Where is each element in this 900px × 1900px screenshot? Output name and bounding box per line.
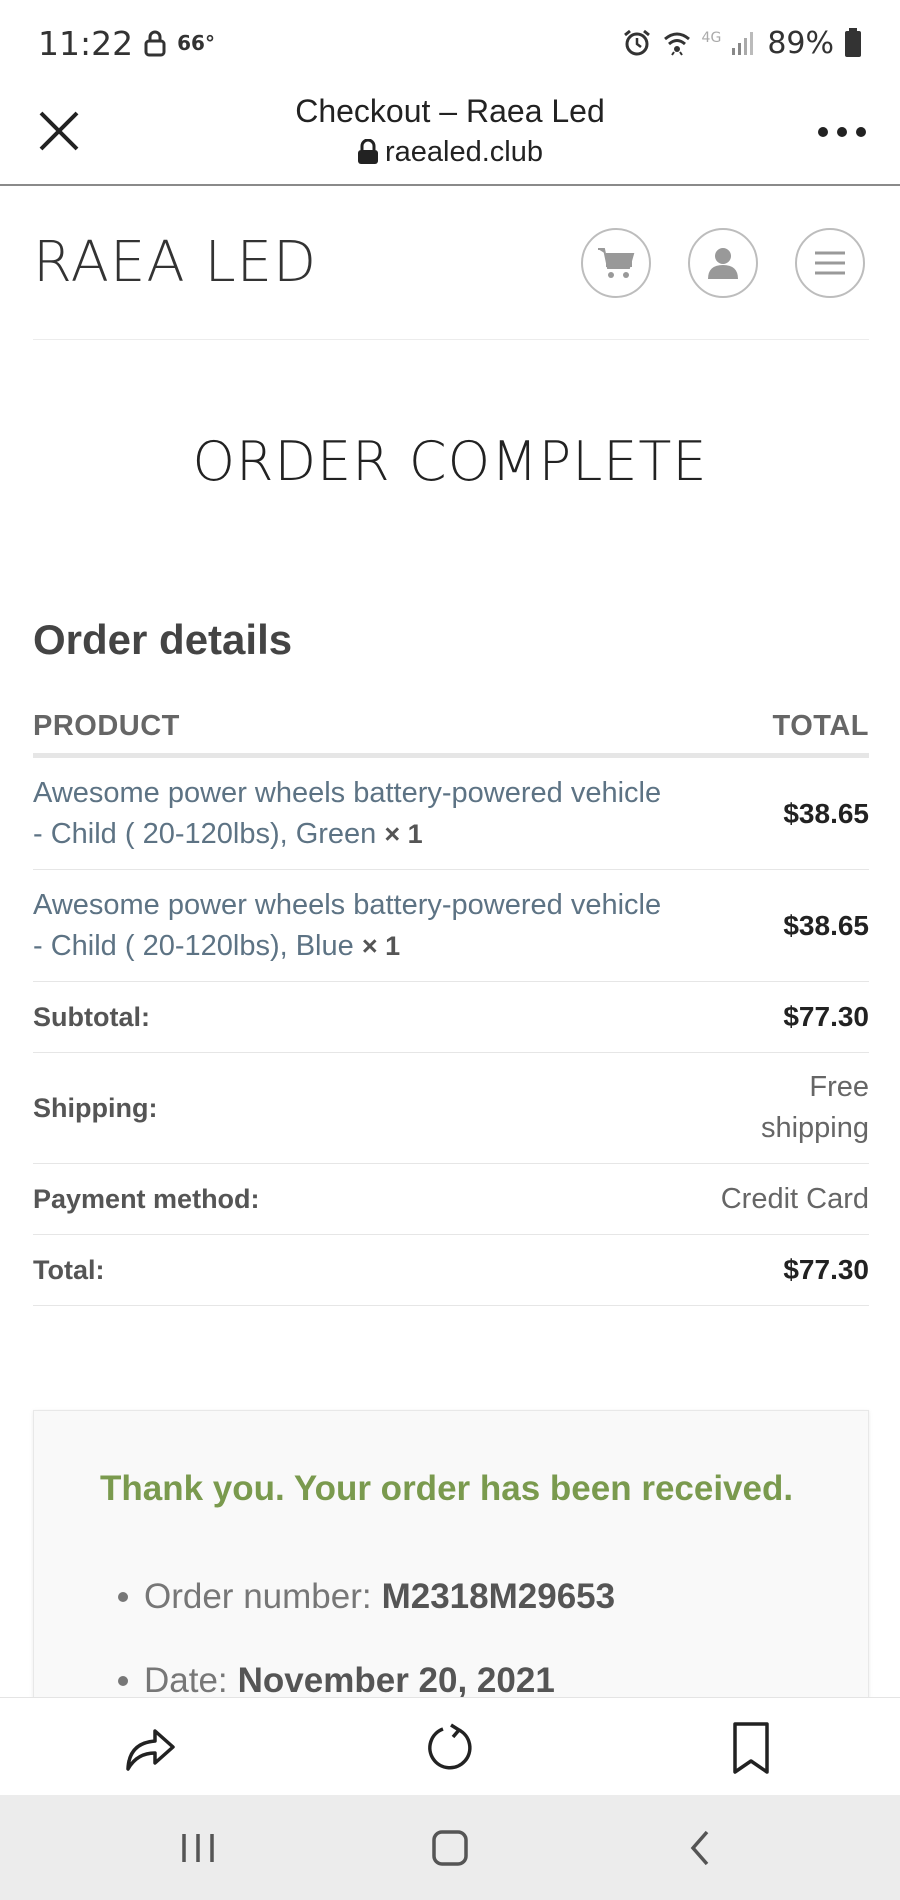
- signal-icon: [731, 30, 757, 56]
- recent-apps-button[interactable]: [173, 1825, 223, 1871]
- hamburger-icon: [815, 251, 845, 275]
- home-icon: [432, 1830, 468, 1866]
- battery-icon: [844, 28, 862, 58]
- thank-you-message: Thank you. Your order has been received.: [100, 1469, 794, 1508]
- url-display: raealed.club: [357, 132, 543, 172]
- payment-method-row: Payment method: Credit Card: [33, 1164, 869, 1235]
- system-navigation-bar: [0, 1795, 900, 1900]
- product-column-header: PRODUCT: [33, 710, 180, 742]
- url-text: raealed.club: [385, 136, 543, 168]
- product-total: $38.65: [783, 909, 869, 941]
- order-received-notice: Thank you. Your order has been received.…: [33, 1410, 869, 1700]
- product-link[interactable]: Awesome power wheels battery-powered veh…: [33, 777, 661, 850]
- more-dot-icon: [856, 127, 866, 137]
- product-total: $38.65: [783, 797, 869, 829]
- total-value: $77.30: [783, 1254, 869, 1285]
- battery-percent: 89%: [767, 25, 834, 61]
- secure-lock-icon: [358, 139, 378, 164]
- share-button[interactable]: [122, 1720, 178, 1776]
- payment-method-value: Credit Card: [720, 1182, 869, 1215]
- total-label: Total:: [33, 1254, 105, 1285]
- alarm-icon: [622, 28, 652, 58]
- total-column-header: TOTAL: [772, 710, 869, 742]
- order-details-table: PRODUCT TOTAL Awesome power wheels batte…: [33, 700, 869, 1306]
- back-button[interactable]: [676, 1825, 726, 1871]
- reload-icon: [428, 1723, 472, 1770]
- back-icon: [690, 1830, 709, 1866]
- wifi-icon: [662, 28, 692, 58]
- bookmark-button[interactable]: [723, 1720, 779, 1776]
- product-cell: Awesome power wheels battery-powered veh…: [33, 773, 673, 855]
- status-right: 4G 89%: [622, 26, 862, 61]
- home-button[interactable]: [425, 1825, 475, 1871]
- share-icon: [126, 1729, 175, 1771]
- cart-button[interactable]: [581, 228, 651, 298]
- browser-bar: Checkout – Raea Led raealed.club: [0, 86, 900, 186]
- browser-bottom-toolbar: [0, 1697, 900, 1795]
- product-quantity: × 1: [361, 930, 401, 961]
- cart-icon: [598, 248, 635, 278]
- order-details-heading: Order details: [33, 616, 293, 663]
- order-date-item: Date: November 20, 2021: [118, 1661, 555, 1701]
- subtotal-value: $77.30: [783, 1001, 869, 1032]
- order-date-label: Date:: [144, 1661, 228, 1700]
- shipping-value: Free shipping: [760, 1071, 869, 1144]
- status-left: 11:22 66°: [38, 24, 215, 63]
- table-row: Awesome power wheels battery-powered veh…: [33, 870, 869, 982]
- order-date-value: November 20, 2021: [237, 1661, 555, 1700]
- subtotal-row: Subtotal: $77.30: [33, 982, 869, 1053]
- recent-apps-icon: [182, 1834, 214, 1862]
- product-link[interactable]: Awesome power wheels battery-powered veh…: [33, 889, 661, 962]
- more-options-button[interactable]: [818, 122, 866, 142]
- order-number-value: M2318M29653: [381, 1577, 616, 1616]
- product-cell: Awesome power wheels battery-powered veh…: [33, 885, 673, 967]
- shipping-row: Shipping: Free shipping: [33, 1053, 869, 1164]
- product-quantity: × 1: [384, 818, 423, 849]
- bookmark-icon: [733, 1722, 769, 1774]
- account-button[interactable]: [688, 228, 758, 298]
- subtotal-label: Subtotal:: [33, 1001, 150, 1032]
- page-title: ORDER COMPLETE: [192, 430, 708, 493]
- status-bar: 11:22 66° 4G 89%: [0, 0, 900, 86]
- shipping-label: Shipping:: [33, 1092, 158, 1123]
- menu-button[interactable]: [795, 228, 865, 298]
- table-header-row: PRODUCT TOTAL: [33, 700, 869, 758]
- order-number-label: Order number:: [144, 1577, 372, 1616]
- site-logo[interactable]: RAEA LED: [33, 230, 317, 295]
- site-header: RAEA LED: [33, 188, 869, 340]
- total-row: Total: $77.30: [33, 1235, 869, 1306]
- tab-info[interactable]: Checkout – Raea Led raealed.club: [0, 90, 900, 172]
- table-row: Awesome power wheels battery-powered veh…: [33, 758, 869, 870]
- status-time: 11:22: [38, 23, 134, 63]
- user-icon: [708, 248, 738, 279]
- more-dot-icon: [818, 127, 828, 137]
- page-tab-title: Checkout – Raea Led: [295, 93, 605, 129]
- network-label: 4G: [701, 30, 722, 46]
- lock-icon: [143, 29, 167, 57]
- reload-button[interactable]: [422, 1720, 478, 1776]
- payment-method-label: Payment method:: [33, 1183, 260, 1214]
- status-temperature: 66°: [177, 31, 215, 55]
- order-number-item: Order number: M2318M29653: [118, 1577, 615, 1617]
- more-dot-icon: [837, 127, 847, 137]
